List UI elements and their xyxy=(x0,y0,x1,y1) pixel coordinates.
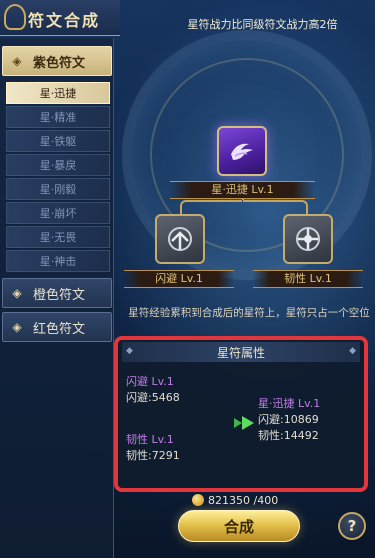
source-stat-dodge: 闪避 Lv.1 闪避:5468 xyxy=(126,374,180,406)
rune-item-gangyi[interactable]: 星·刚毅 xyxy=(6,178,110,200)
title-bar: 符文合成 xyxy=(0,0,120,36)
diamond-icon: ◈ xyxy=(12,54,22,68)
corner-ornament-icon: ◆ xyxy=(349,346,356,356)
page-title: 符文合成 xyxy=(28,11,101,30)
main-rune-name: 星·迅捷 Lv.1 xyxy=(170,181,315,199)
power-tip: 星符战力比同级符文战力高2倍 xyxy=(187,18,338,31)
rune-item-jingzhun[interactable]: 星·精准 xyxy=(6,106,110,128)
rune-item-baoli[interactable]: 星·暴戾 xyxy=(6,154,110,176)
toughness-rune-icon xyxy=(296,227,320,251)
stat-value: 闪避:5468 xyxy=(126,391,180,404)
connector-line xyxy=(180,200,242,214)
category-label: 橙色符文 xyxy=(33,287,86,303)
compose-button[interactable]: 合成 xyxy=(178,510,300,542)
source-stat-toughness: 韧性 Lv.1 韧性:7291 xyxy=(126,432,180,464)
rune-properties-panel: ◆ 星符属性 ◆ 闪避 Lv.1 闪避:5468 韧性 Lv.1 韧性:7291… xyxy=(114,336,368,492)
corner-ornament-icon: ◆ xyxy=(126,346,133,356)
rune-list: 星·迅捷 星·精准 星·铁躯 星·暴戾 星·刚毅 星·崩坏 星·无畏 星·神击 xyxy=(6,82,110,274)
help-button[interactable]: ? xyxy=(338,512,366,540)
rune-item-benghuai[interactable]: 星·崩坏 xyxy=(6,202,110,224)
rune-item-wuwei[interactable]: 星·无畏 xyxy=(6,226,110,248)
compose-button-label: 合成 xyxy=(223,517,254,536)
swift-rune-icon xyxy=(231,143,253,160)
main-rune-slot[interactable] xyxy=(217,126,267,176)
panel-title: 星符属性 xyxy=(216,345,265,360)
result-name: 星·迅捷 Lv.1 xyxy=(258,397,321,410)
result-stats: 星·迅捷 Lv.1 闪避:10869 韧性:14492 xyxy=(258,396,320,444)
title-ornament-icon xyxy=(4,4,26,30)
help-icon: ? xyxy=(347,517,357,535)
category-orange-tab[interactable]: ◈ 橙色符文 xyxy=(2,278,112,308)
diamond-icon: ◈ xyxy=(12,286,22,300)
category-purple-tab[interactable]: ◈ 紫色符文 xyxy=(2,46,112,76)
stat-name: 韧性 Lv.1 xyxy=(126,433,174,446)
rune-item-shenji[interactable]: 星·神击 xyxy=(6,250,110,272)
arrow-right-icon xyxy=(234,416,254,430)
category-label: 紫色符文 xyxy=(33,55,86,71)
rune-item-xunjie[interactable]: 星·迅捷 xyxy=(6,82,110,104)
panel-header: ◆ 星符属性 ◆ xyxy=(122,342,360,362)
cost-value: 821350 /400 xyxy=(208,493,279,507)
diamond-icon: ◈ xyxy=(12,320,22,334)
stat-value: 闪避:10869 xyxy=(258,413,319,426)
gold-coin-icon xyxy=(192,494,204,506)
cost-row: 821350 /400 xyxy=(192,492,278,508)
rune-item-tiequ[interactable]: 星·铁躯 xyxy=(6,130,110,152)
material-rune-slot-2[interactable] xyxy=(283,214,333,264)
dodge-rune-icon xyxy=(168,227,192,251)
stat-value: 韧性:7291 xyxy=(126,449,180,462)
material-rune-name-1: 闪避 Lv.1 xyxy=(124,270,234,288)
material-rune-name-2: 韧性 Lv.1 xyxy=(253,270,363,288)
connector-line xyxy=(243,200,308,214)
category-label: 红色符文 xyxy=(33,321,86,337)
material-rune-slot-1[interactable] xyxy=(155,214,205,264)
info-text: 星符经验累积到合成后的星符上，星符只占一个空位 xyxy=(128,307,370,319)
stat-name: 闪避 Lv.1 xyxy=(126,375,174,388)
stat-value: 韧性:14492 xyxy=(258,429,319,442)
category-red-tab[interactable]: ◈ 红色符文 xyxy=(2,312,112,342)
